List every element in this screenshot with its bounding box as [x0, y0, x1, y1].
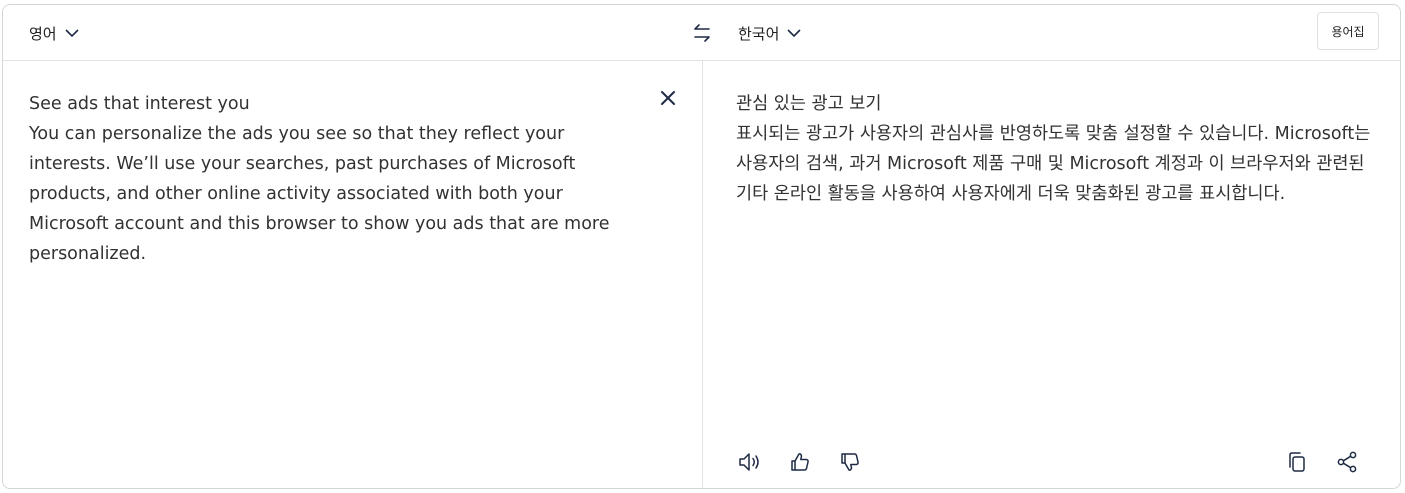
share-button[interactable] [1335, 450, 1359, 474]
chevron-down-icon [63, 24, 81, 42]
chevron-down-icon [785, 24, 803, 42]
translation-output: 관심 있는 광고 보기 표시되는 광고가 사용자의 관심사를 반영하도록 맞춤 … [736, 94, 1371, 204]
dislike-button[interactable] [838, 450, 862, 474]
thumbs-down-icon [838, 450, 862, 474]
source-text-area[interactable]: See ads that interest you You can person… [29, 89, 639, 269]
swap-arrows-icon [689, 24, 715, 50]
glossary-button[interactable]: 용어집 [1317, 12, 1379, 50]
share-icon [1335, 450, 1359, 474]
like-button[interactable] [788, 450, 812, 474]
pane-divider [702, 61, 703, 488]
target-language-dropdown[interactable]: 한국어 [738, 21, 803, 45]
language-bar: 영어 한국어 용어집 [3, 5, 1400, 61]
listen-button[interactable] [737, 450, 761, 474]
close-icon [658, 91, 678, 112]
speaker-icon [737, 450, 761, 474]
copy-icon [1285, 450, 1309, 474]
swap-languages-button[interactable] [689, 20, 715, 46]
translator-panel: 영어 한국어 용어집 See ads that interest you You… [2, 4, 1401, 489]
source-language-dropdown[interactable]: 영어 [29, 21, 81, 45]
copy-button[interactable] [1285, 450, 1309, 474]
thumbs-up-icon [788, 450, 812, 474]
source-language-label: 영어 [29, 24, 57, 43]
clear-text-button[interactable] [658, 88, 678, 108]
target-language-label: 한국어 [738, 24, 780, 43]
